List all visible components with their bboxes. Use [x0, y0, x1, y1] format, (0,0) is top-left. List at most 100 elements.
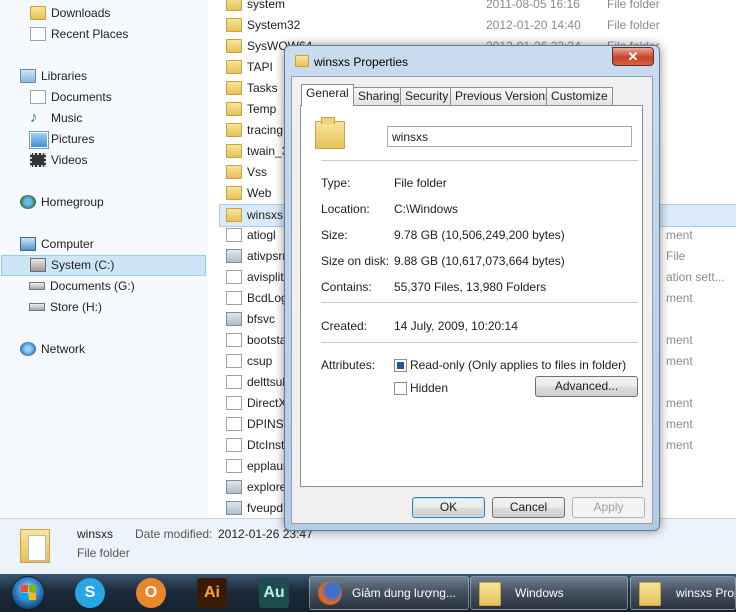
file-name: Tasks	[247, 81, 278, 95]
folder-icon	[226, 18, 242, 32]
tab-customize[interactable]: Customize	[546, 87, 613, 105]
dialog-body: General Sharing Security Previous Versio…	[291, 76, 653, 524]
file-name: BcdLog	[247, 291, 288, 305]
divider	[321, 302, 638, 303]
apply-button[interactable]: Apply	[572, 497, 645, 518]
file-name: Vss	[247, 165, 268, 179]
ok-button[interactable]: OK	[412, 497, 485, 518]
attributes-label: Attributes:	[321, 358, 376, 372]
taskbar-pinned-button[interactable]: S	[70, 576, 112, 610]
file-name: bootsta	[247, 333, 287, 347]
tab-general[interactable]: General	[301, 84, 354, 106]
folder-icon	[226, 144, 242, 158]
file-type: ment	[666, 291, 693, 305]
folder-icon	[226, 60, 242, 74]
readonly-checkbox[interactable]	[394, 359, 407, 372]
file-type: ment	[666, 396, 693, 410]
type-value: File folder	[394, 176, 447, 190]
folder-icon	[226, 165, 242, 179]
cancel-button[interactable]: Cancel	[492, 497, 565, 518]
file-name: Web	[247, 186, 272, 200]
tab-security[interactable]: Security	[400, 87, 454, 105]
videos-icon	[30, 153, 46, 167]
file-name: fveupd	[247, 501, 284, 515]
file-icon	[226, 228, 242, 242]
large-folder-icon	[315, 117, 349, 151]
details-date-label: Date modified:	[135, 527, 213, 541]
file-type: File folder	[607, 18, 660, 32]
libraries-icon	[20, 69, 36, 83]
folder-icon	[639, 582, 661, 606]
file-type: File folder	[607, 0, 660, 11]
file-icon	[226, 438, 242, 452]
nav-item-label: Documents (G:)	[50, 279, 135, 293]
taskbar-pinned-button[interactable]: Ai	[192, 576, 234, 610]
documents-icon	[30, 90, 46, 104]
file-type: ation sett...	[666, 270, 725, 284]
nav-item-label: Libraries	[41, 69, 88, 83]
taskbar-pinned-button[interactable]: O	[131, 576, 173, 610]
size-label: Size:	[321, 228, 348, 242]
dialog-title: winsxs Properties	[314, 55, 409, 69]
file-icon	[226, 417, 242, 431]
taskbar-task-winsxs-properties[interactable]: winsxs Prop	[630, 576, 736, 610]
nav-item-label: System (C:)	[51, 258, 115, 272]
file-name: tracing	[247, 123, 284, 137]
recent-places-icon	[30, 27, 46, 41]
file-type: ment	[666, 417, 693, 431]
start-button[interactable]	[8, 576, 48, 610]
advanced-button[interactable]: Advanced...	[535, 376, 638, 397]
file-name: ativpsrr	[247, 249, 287, 263]
drive-icon	[29, 282, 45, 290]
homegroup-icon	[20, 195, 36, 209]
created-value: 14 July, 2009, 10:20:14	[394, 319, 518, 333]
tab-sharing[interactable]: Sharing	[353, 87, 405, 105]
skype-icon: S	[75, 578, 105, 608]
nav-item-label: Network	[41, 342, 86, 356]
taskbar-task-windows[interactable]: Windows	[470, 576, 628, 610]
file-type: File	[666, 249, 686, 263]
file-date: 2011-08-05 16:16	[486, 0, 580, 11]
audition-icon: Au	[259, 578, 289, 608]
hidden-label: Hidden	[410, 381, 449, 395]
file-name: csup	[247, 354, 273, 368]
contains-label: Contains:	[321, 280, 372, 294]
drive-icon	[29, 303, 45, 311]
folder-name-input[interactable]: winsxs	[387, 126, 632, 147]
pictures-icon	[30, 132, 48, 148]
details-name: winsxs	[77, 527, 114, 541]
file-name: explore	[247, 480, 287, 494]
folder-icon	[226, 81, 242, 95]
file-name: system	[247, 0, 286, 11]
network-icon	[20, 342, 36, 356]
downloads-folder-icon	[30, 6, 46, 20]
taskbar-task-label: winsxs Prop	[676, 586, 736, 600]
button-label: Advanced...	[554, 379, 619, 393]
nav-item-label: Music	[51, 111, 83, 125]
file-name: avisplit	[247, 270, 284, 284]
nav-item-system-c[interactable]: System (C:)	[1, 255, 206, 276]
drive-icon	[30, 258, 46, 272]
file-name: twain_3	[247, 144, 289, 158]
file-name: bfsvc	[247, 312, 276, 326]
computer-icon	[20, 237, 36, 251]
hidden-checkbox[interactable]	[394, 382, 407, 395]
application-icon	[226, 249, 242, 263]
tab-label: Previous Versions	[455, 89, 552, 103]
location-label: Location:	[321, 202, 370, 216]
taskbar-task-firefox[interactable]: Giảm dung lượng...	[309, 576, 469, 610]
nav-item-label: Computer	[41, 237, 94, 251]
folder-icon	[226, 0, 242, 11]
button-label: OK	[439, 500, 458, 514]
button-label: Cancel	[509, 500, 548, 514]
nav-item-label: Recent Places	[51, 27, 129, 41]
taskbar-pinned-button[interactable]: Au	[254, 576, 296, 610]
divider	[321, 160, 638, 161]
folder-icon	[226, 186, 242, 200]
file-row[interactable]: system 2011-08-05 16:16 File folder	[220, 0, 736, 15]
divider	[321, 342, 638, 343]
tab-previous-versions[interactable]: Previous Versions	[450, 87, 557, 105]
taskbar-task-label: Windows	[515, 586, 564, 600]
file-row[interactable]: System32 2012-01-20 14:40 File folder	[220, 15, 736, 36]
close-button[interactable]: ✕	[612, 47, 654, 66]
